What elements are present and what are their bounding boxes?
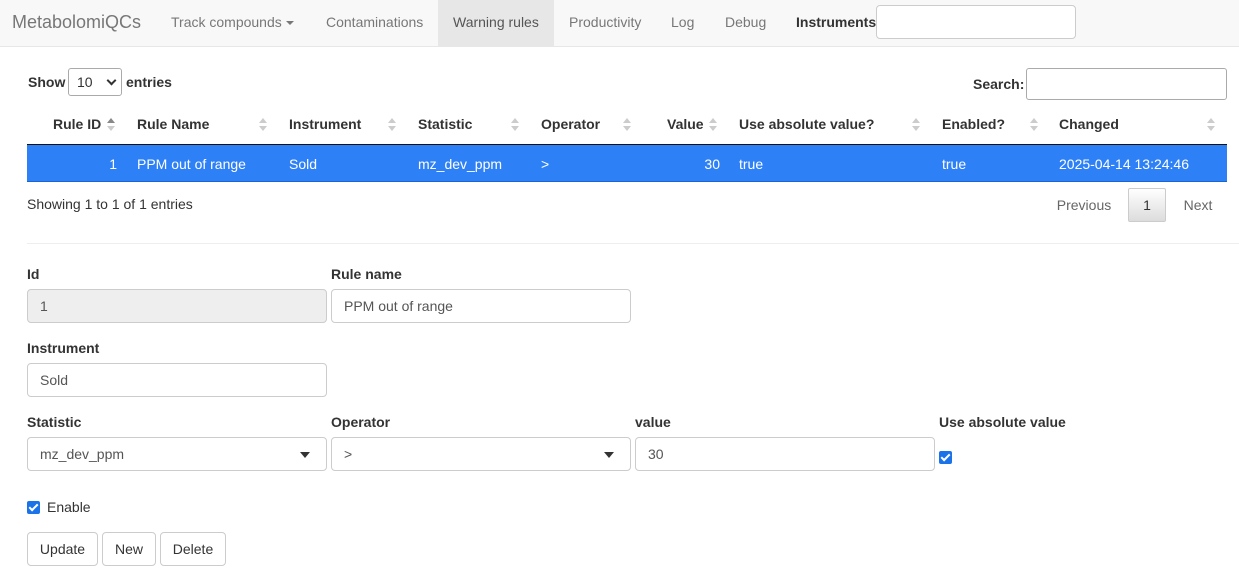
- pagination-next[interactable]: Next: [1170, 188, 1226, 222]
- search-input[interactable]: [1026, 68, 1227, 100]
- pagination-previous[interactable]: Previous: [1045, 188, 1123, 222]
- delete-button[interactable]: Delete: [160, 532, 226, 566]
- sort-icon[interactable]: [388, 116, 396, 134]
- caret-down-icon: [604, 452, 614, 458]
- enable-checkbox[interactable]: [27, 501, 40, 514]
- nav-debug[interactable]: Debug: [710, 0, 781, 47]
- sort-icon[interactable]: [1207, 116, 1215, 134]
- nav-productivity[interactable]: Productivity: [554, 0, 656, 47]
- nav-log[interactable]: Log: [656, 0, 709, 47]
- chevron-down-icon: [106, 75, 117, 86]
- sort-icon[interactable]: [623, 116, 631, 134]
- pagination-page-1[interactable]: 1: [1128, 188, 1166, 222]
- col-header-rule-name[interactable]: Rule Name: [137, 116, 209, 132]
- cell-changed: 2025-04-14 13:24:46: [1059, 156, 1189, 172]
- operator-label: Operator: [331, 414, 391, 430]
- cell-operator: >: [541, 156, 550, 172]
- instruments-input[interactable]: [876, 5, 1076, 39]
- col-header-value[interactable]: Value: [667, 116, 704, 132]
- instruments-label: Instruments: [796, 14, 877, 30]
- cell-rule-id: 1: [109, 156, 117, 172]
- entries-length-select[interactable]: 10: [68, 68, 122, 96]
- update-button[interactable]: Update: [27, 532, 98, 566]
- cell-statistic: mz_dev_ppm: [418, 156, 503, 172]
- sort-icon[interactable]: [107, 116, 115, 134]
- col-header-operator[interactable]: Operator: [541, 116, 600, 132]
- rule-name-label: Rule name: [331, 266, 402, 282]
- col-header-changed[interactable]: Changed: [1059, 116, 1119, 132]
- use-absolute-label: Use absolute value: [939, 414, 1066, 430]
- instrument-label: Instrument: [27, 340, 100, 356]
- col-header-instrument[interactable]: Instrument: [289, 116, 361, 132]
- new-button[interactable]: New: [102, 532, 156, 566]
- operator-select-value: >: [344, 446, 353, 462]
- use-absolute-checkbox[interactable]: [939, 451, 952, 464]
- entries-length-value: 10: [77, 74, 93, 90]
- table-info: Showing 1 to 1 of 1 entries: [27, 196, 193, 212]
- col-header-statistic[interactable]: Statistic: [418, 116, 472, 132]
- col-header-enabled[interactable]: Enabled?: [942, 116, 1005, 132]
- cell-value: 30: [704, 156, 720, 172]
- nav-track-compounds[interactable]: Track compounds: [156, 0, 309, 47]
- cell-rule-name: PPM out of range: [137, 156, 246, 172]
- enable-label: Enable: [47, 499, 91, 515]
- brand-title[interactable]: MetabolomiQCs: [12, 12, 141, 33]
- instrument-field[interactable]: Sold: [27, 363, 327, 397]
- cell-use-absolute: true: [739, 156, 764, 172]
- search-label: Search:: [973, 76, 1025, 92]
- col-header-rule-id[interactable]: Rule ID: [53, 116, 101, 132]
- sort-icon[interactable]: [912, 116, 920, 134]
- sort-icon[interactable]: [511, 116, 519, 134]
- value-label: value: [635, 414, 671, 430]
- operator-select[interactable]: >: [331, 437, 631, 471]
- show-label: Show: [28, 74, 66, 90]
- nav-track-compounds-label: Track compounds: [171, 14, 282, 30]
- caret-down-icon: [285, 21, 294, 26]
- sort-icon[interactable]: [259, 116, 267, 134]
- nav-warning-rules[interactable]: Warning rules: [438, 0, 554, 47]
- sort-icon[interactable]: [1030, 116, 1038, 134]
- entries-label: entries: [126, 74, 172, 90]
- id-field: 1: [27, 289, 327, 323]
- nav-contaminations[interactable]: Contaminations: [311, 0, 438, 47]
- statistic-label: Statistic: [27, 414, 82, 430]
- statistic-select[interactable]: mz_dev_ppm: [27, 437, 327, 471]
- rule-name-field[interactable]: PPM out of range: [331, 289, 631, 323]
- value-field[interactable]: 30: [635, 437, 935, 471]
- divider: [27, 243, 1239, 244]
- id-label: Id: [27, 266, 40, 282]
- caret-down-icon: [300, 452, 310, 458]
- statistic-select-value: mz_dev_ppm: [40, 446, 125, 462]
- cell-instrument: Sold: [289, 156, 318, 172]
- col-header-use-absolute[interactable]: Use absolute value?: [739, 116, 874, 132]
- navbar: MetabolomiQCs Track compounds Contaminat…: [0, 0, 1239, 47]
- sort-icon[interactable]: [709, 116, 717, 134]
- cell-enabled: true: [942, 156, 967, 172]
